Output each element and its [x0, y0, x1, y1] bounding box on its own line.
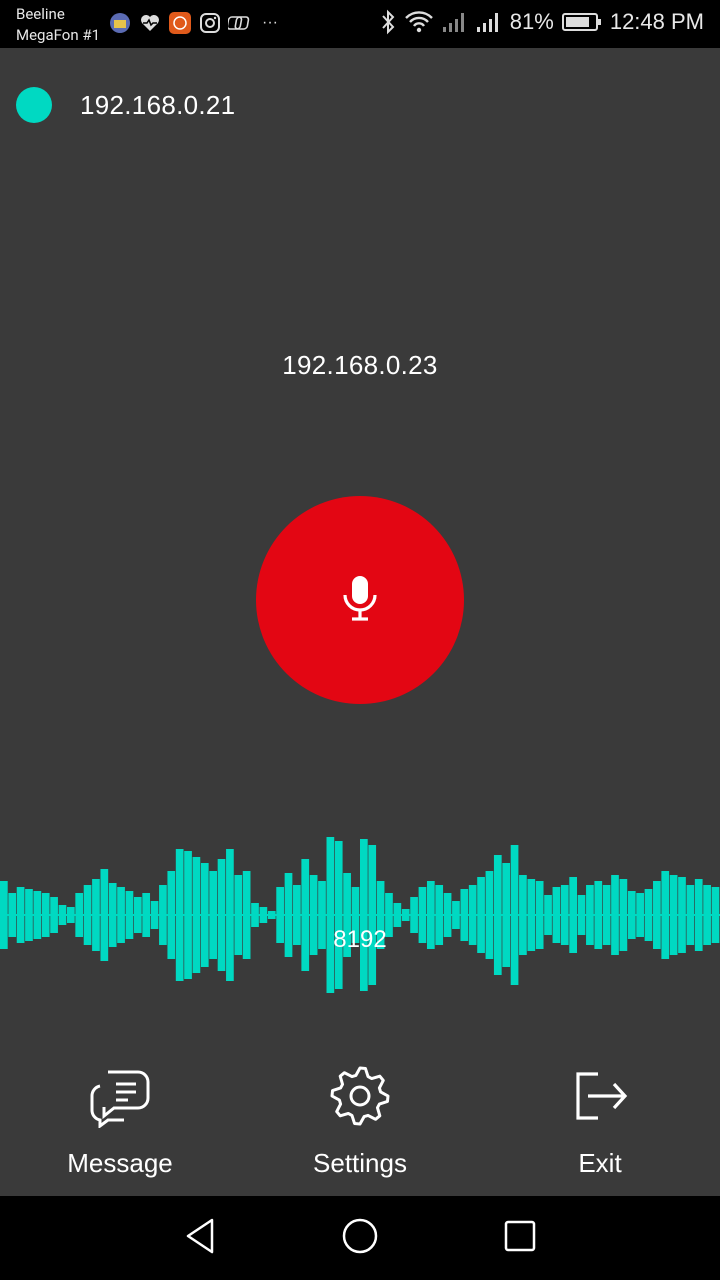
recents-icon — [502, 1218, 538, 1259]
message-icon — [20, 1060, 220, 1132]
bottom-nav: Message Settings Exit — [0, 1060, 720, 1190]
carrier-2: MegaFon #1 — [16, 26, 100, 44]
waveform-value: 8192 — [333, 926, 387, 953]
wifi-icon — [404, 10, 434, 34]
local-ip: 192.168.0.21 — [80, 89, 236, 120]
peer-ip: 192.168.0.23 — [282, 350, 438, 380]
exit-icon — [500, 1060, 700, 1132]
notification-icons: ··· — [108, 11, 282, 35]
status-bar: Beeline MegaFon #1 ··· 81% 12:48 PM — [0, 0, 720, 48]
nav-exit[interactable]: Exit — [500, 1060, 700, 1179]
record-button[interactable] — [256, 496, 464, 704]
microphone-icon — [340, 573, 380, 628]
carrier-names: Beeline MegaFon #1 — [16, 4, 100, 46]
carrier-1: Beeline — [16, 5, 65, 23]
recents-button[interactable] — [496, 1214, 544, 1262]
audio-waveform — [0, 837, 720, 993]
system-status: 81% 12:48 PM — [380, 9, 704, 35]
battery-percent: 81% — [509, 9, 554, 34]
signal-weak-icon — [442, 11, 468, 33]
app-orange-icon — [168, 11, 192, 35]
instagram-icon — [198, 11, 222, 35]
app-notification-icon — [108, 11, 132, 35]
connection-indicator — [16, 87, 52, 123]
home-button[interactable] — [336, 1214, 384, 1262]
nav-message[interactable]: Message — [20, 1060, 220, 1179]
back-icon — [182, 1216, 218, 1261]
nav-exit-label: Exit — [578, 1148, 622, 1178]
connection-status: 192.168.0.21 — [16, 86, 235, 124]
nav-message-label: Message — [67, 1148, 173, 1178]
bluetooth-icon — [380, 9, 396, 35]
signal-strong-icon — [476, 11, 502, 33]
system-navigation-bar — [0, 1196, 720, 1280]
cards-icon — [228, 11, 252, 35]
gear-icon — [260, 1060, 460, 1132]
waveform-baseline — [0, 914, 720, 916]
nav-settings-label: Settings — [313, 1148, 407, 1178]
clock: 12:48 PM — [609, 9, 704, 34]
nav-settings[interactable]: Settings — [260, 1060, 460, 1179]
heart-rate-icon — [138, 11, 162, 35]
back-button[interactable] — [176, 1214, 224, 1262]
home-icon — [340, 1216, 380, 1261]
more-notifications-icon: ··· — [262, 14, 278, 31]
gear-outline — [330, 1066, 390, 1126]
battery-icon — [561, 12, 602, 32]
